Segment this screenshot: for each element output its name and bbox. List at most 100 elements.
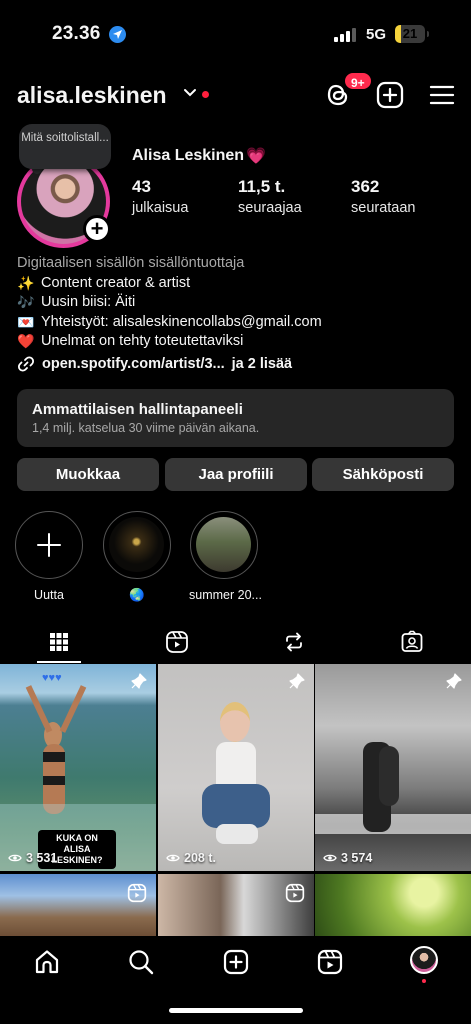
link-url[interactable]: open.spotify.com/artist/3... <box>42 356 225 372</box>
profile-header: alisa.leskinen 9+ <box>0 71 471 118</box>
link-more[interactable]: ja 2 lisää <box>232 356 292 372</box>
full-name: Alisa Leskinen 💗 <box>132 146 266 166</box>
tab-posts-grid[interactable] <box>0 620 117 664</box>
post-tile[interactable] <box>315 874 471 936</box>
stat-posts[interactable]: 43 julkaisua <box>132 177 188 216</box>
view-count: 3 531 <box>8 851 57 865</box>
signal-strength-icon <box>334 28 356 42</box>
status-bar: 23.36 5G 21 <box>0 0 471 66</box>
plus-icon <box>37 533 61 557</box>
status-time: 23.36 <box>52 23 101 44</box>
home-indicator <box>169 1008 303 1013</box>
stat-followers[interactable]: 11,5 t. seuraajaa <box>238 177 302 216</box>
battery-level: 21 <box>402 26 418 41</box>
highlight-label: Uutta <box>34 588 64 602</box>
battery-icon: 21 <box>395 25 425 43</box>
highlight-new-circle <box>15 511 83 579</box>
bio: Digitaalisen sisällön sisällöntuottaja ✨… <box>17 254 457 352</box>
grid-icon <box>49 633 68 651</box>
highlight-cover-eiffel <box>109 517 164 572</box>
view-count-text: 208 t. <box>184 851 216 865</box>
post-tile[interactable] <box>158 874 314 936</box>
menu-icon[interactable] <box>427 80 457 110</box>
highlight-cover-ring <box>190 511 258 579</box>
tab-tagged[interactable] <box>353 620 470 664</box>
reels-icon <box>285 883 305 903</box>
profile-tabs <box>0 620 471 664</box>
bio-text: Unelmat on tehty toteutettaviksi <box>41 333 244 350</box>
highlight-paris[interactable]: 🌏 <box>102 511 172 603</box>
stat-label: seurataan <box>351 200 416 216</box>
tagged-icon <box>401 630 422 652</box>
full-name-text: Alisa Leskinen <box>132 147 245 164</box>
reels-nav-icon[interactable] <box>316 948 344 976</box>
eye-icon <box>8 854 22 862</box>
edit-profile-button[interactable]: Muokkaa <box>17 458 159 491</box>
bio-text[interactable]: Yhteistyöt: alisaleskinencollabs@gmail.c… <box>41 313 322 333</box>
note-bubble[interactable]: Mitä soittolistall... <box>19 124 111 169</box>
reels-icon <box>165 631 188 653</box>
stat-value: 362 <box>351 177 380 196</box>
link-icon <box>17 356 35 372</box>
share-profile-button[interactable]: Jaa profiili <box>165 458 307 491</box>
post-tile[interactable]: 3 574 <box>315 664 471 871</box>
chevron-down-icon[interactable] <box>183 88 197 98</box>
view-count: 3 574 <box>323 851 372 865</box>
post-tile[interactable]: ♥♥♥ KUKA ON ALISA LESKINEN? 3 531 <box>0 664 156 871</box>
network-type: 5G <box>366 26 387 43</box>
new-post-icon[interactable] <box>222 948 250 976</box>
bio-line: ❤️ Unelmat on tehty toteutettaviksi <box>17 332 457 352</box>
view-count-text: 3 574 <box>341 851 373 865</box>
heart-emoji: ❤️ <box>17 333 35 350</box>
highlight-summer[interactable]: summer 20... <box>189 511 262 602</box>
email-button[interactable]: Sähköposti <box>312 458 454 491</box>
bio-line: ✨ Content creator & artist <box>17 274 457 294</box>
account-switcher[interactable]: alisa.leskinen <box>17 82 167 109</box>
view-count: 208 t. <box>166 851 216 865</box>
highlight-new[interactable]: Uutta <box>14 511 84 602</box>
bio-line: 💌 Yhteistyöt: alisaleskinencollabs@gmail.… <box>17 313 457 333</box>
new-activity-dot <box>202 91 209 98</box>
active-tab-indicator <box>37 661 81 663</box>
battery-tip <box>427 31 429 37</box>
music-notes-emoji: 🎶 <box>17 294 35 311</box>
highlight-label: 🌏 <box>129 588 145 602</box>
stat-value: 11,5 t. <box>238 177 286 196</box>
profile-nav-avatar[interactable] <box>410 946 438 974</box>
pin-icon <box>446 673 462 689</box>
tab-reposts[interactable] <box>235 620 352 664</box>
bio-link[interactable]: open.spotify.com/artist/3... ja 2 lisää <box>17 355 292 373</box>
profile-category: Digitaalisen sisällön sisällöntuottaja <box>17 255 245 271</box>
eye-icon <box>166 854 180 862</box>
dashboard-title: Ammattilaisen hallintapaneeli <box>32 401 243 418</box>
profile-notification-dot <box>422 979 426 983</box>
highlight-cover-ring <box>103 511 171 579</box>
highlight-label: summer 20... <box>189 588 262 602</box>
pin-icon <box>289 673 305 689</box>
eye-icon <box>323 854 337 862</box>
location-arrow-icon <box>109 26 126 43</box>
create-icon[interactable] <box>375 80 405 110</box>
stat-label: julkaisua <box>132 200 189 216</box>
home-icon[interactable] <box>33 948 61 976</box>
repost-icon <box>285 632 302 652</box>
add-story-icon[interactable]: + <box>83 215 111 243</box>
post-tile[interactable]: 208 t. <box>158 664 314 871</box>
search-icon[interactable] <box>127 948 155 976</box>
love-letter-emoji: 💌 <box>17 313 35 330</box>
bio-line: 🎶 Uusin biisi: Äiti <box>17 293 457 313</box>
stat-value: 43 <box>132 177 151 196</box>
threads-notification-badge: 9+ <box>343 71 373 91</box>
tab-reels[interactable] <box>118 620 235 664</box>
pin-icon <box>131 673 147 689</box>
heart-emoji: 💗 <box>246 148 266 165</box>
hearts-sticker: ♥♥♥ <box>42 672 62 684</box>
bio-text: Content creator & artist <box>41 274 191 291</box>
dashboard-subtitle: 1,4 milj. katselua 30 viime päivän aikan… <box>32 421 260 435</box>
stat-following[interactable]: 362 seurataan <box>351 177 416 216</box>
highlight-cover-summer <box>196 517 251 572</box>
stat-label: seuraajaa <box>238 200 302 216</box>
reels-icon <box>127 883 147 903</box>
post-tile[interactable] <box>0 874 156 936</box>
professional-dashboard[interactable]: Ammattilaisen hallintapaneeli 1,4 milj. … <box>17 389 454 447</box>
